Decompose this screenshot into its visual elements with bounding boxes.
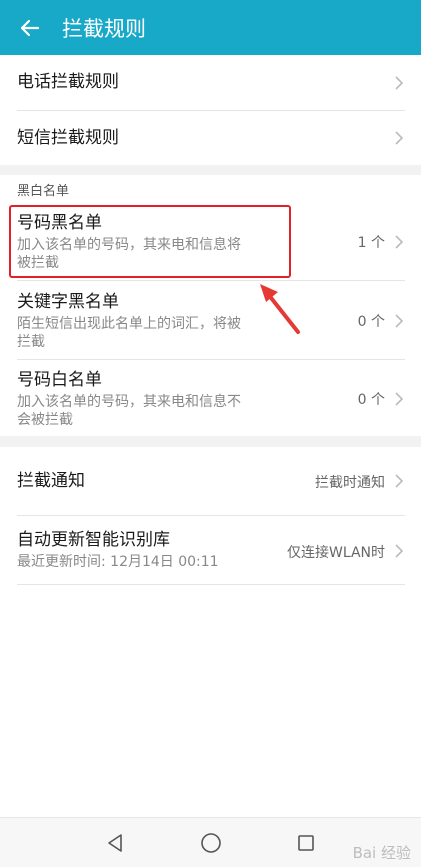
auto-update-label: 自动更新智能识别库	[17, 530, 170, 550]
recents-square-icon[interactable]	[296, 833, 316, 853]
intercept-notify-value: 拦截时通知	[315, 475, 385, 491]
system-nav-bar: Bai 经验	[0, 817, 421, 867]
number-blacklist-count: 1 个	[357, 235, 385, 251]
page-title: 拦截规则	[62, 16, 146, 41]
section-gap	[0, 165, 421, 175]
call-rules-item[interactable]: 电话拦截规则	[0, 55, 421, 110]
app-bar: 拦截规则	[0, 0, 421, 55]
call-rules-label: 电话拦截规则	[17, 72, 119, 92]
number-whitelist-count: 0 个	[357, 392, 385, 408]
divider	[17, 584, 405, 585]
chevron-right-icon	[395, 474, 404, 488]
keyword-blacklist-count: 0 个	[357, 314, 385, 330]
red-arrow-annotation	[260, 284, 300, 334]
keyword-blacklist-desc-line1: 陌生短信出现此名单上的词汇，将被	[17, 316, 241, 332]
chevron-right-icon	[395, 76, 404, 90]
keyword-blacklist-item[interactable]: 关键字黑名单 陌生短信出现此名单上的词汇，将被 拦截 0 个	[0, 281, 421, 359]
section-gap	[0, 436, 421, 447]
chevron-right-icon	[395, 235, 404, 249]
auto-update-value: 仅连接WLAN时	[286, 545, 385, 561]
number-whitelist-label: 号码白名单	[17, 370, 102, 390]
back-triangle-icon[interactable]	[105, 832, 125, 854]
sms-rules-label: 短信拦截规则	[17, 128, 119, 148]
number-whitelist-desc-line1: 加入该名单的号码，其来电和信息不	[17, 394, 241, 410]
intercept-notify-item[interactable]: 拦截通知 拦截时通知	[0, 447, 421, 515]
chevron-right-icon	[395, 314, 404, 328]
intercept-notify-label: 拦截通知	[17, 471, 85, 491]
watermark: Bai 经验	[352, 844, 411, 862]
section-title: 黑白名单	[17, 184, 70, 199]
auto-update-last-time: 最近更新时间: 12月14日 00:11	[17, 554, 219, 570]
chevron-right-icon	[395, 544, 404, 558]
home-circle-icon[interactable]	[199, 831, 223, 855]
chevron-right-icon	[395, 131, 404, 145]
keyword-blacklist-desc-line2: 拦截	[17, 334, 45, 350]
chevron-right-icon	[395, 392, 404, 406]
highlight-annotation-box	[9, 205, 291, 278]
auto-update-item[interactable]: 自动更新智能识别库 最近更新时间: 12月14日 00:11 仅连接WLAN时	[0, 516, 421, 584]
sms-rules-item[interactable]: 短信拦截规则	[0, 111, 421, 165]
number-whitelist-desc-line2: 会被拦截	[17, 412, 73, 428]
arrow-left-icon	[20, 19, 40, 36]
keyword-blacklist-label: 关键字黑名单	[17, 292, 119, 312]
back-button[interactable]	[0, 0, 60, 55]
number-whitelist-item[interactable]: 号码白名单 加入该名单的号码，其来电和信息不 会被拦截 0 个	[0, 360, 421, 436]
